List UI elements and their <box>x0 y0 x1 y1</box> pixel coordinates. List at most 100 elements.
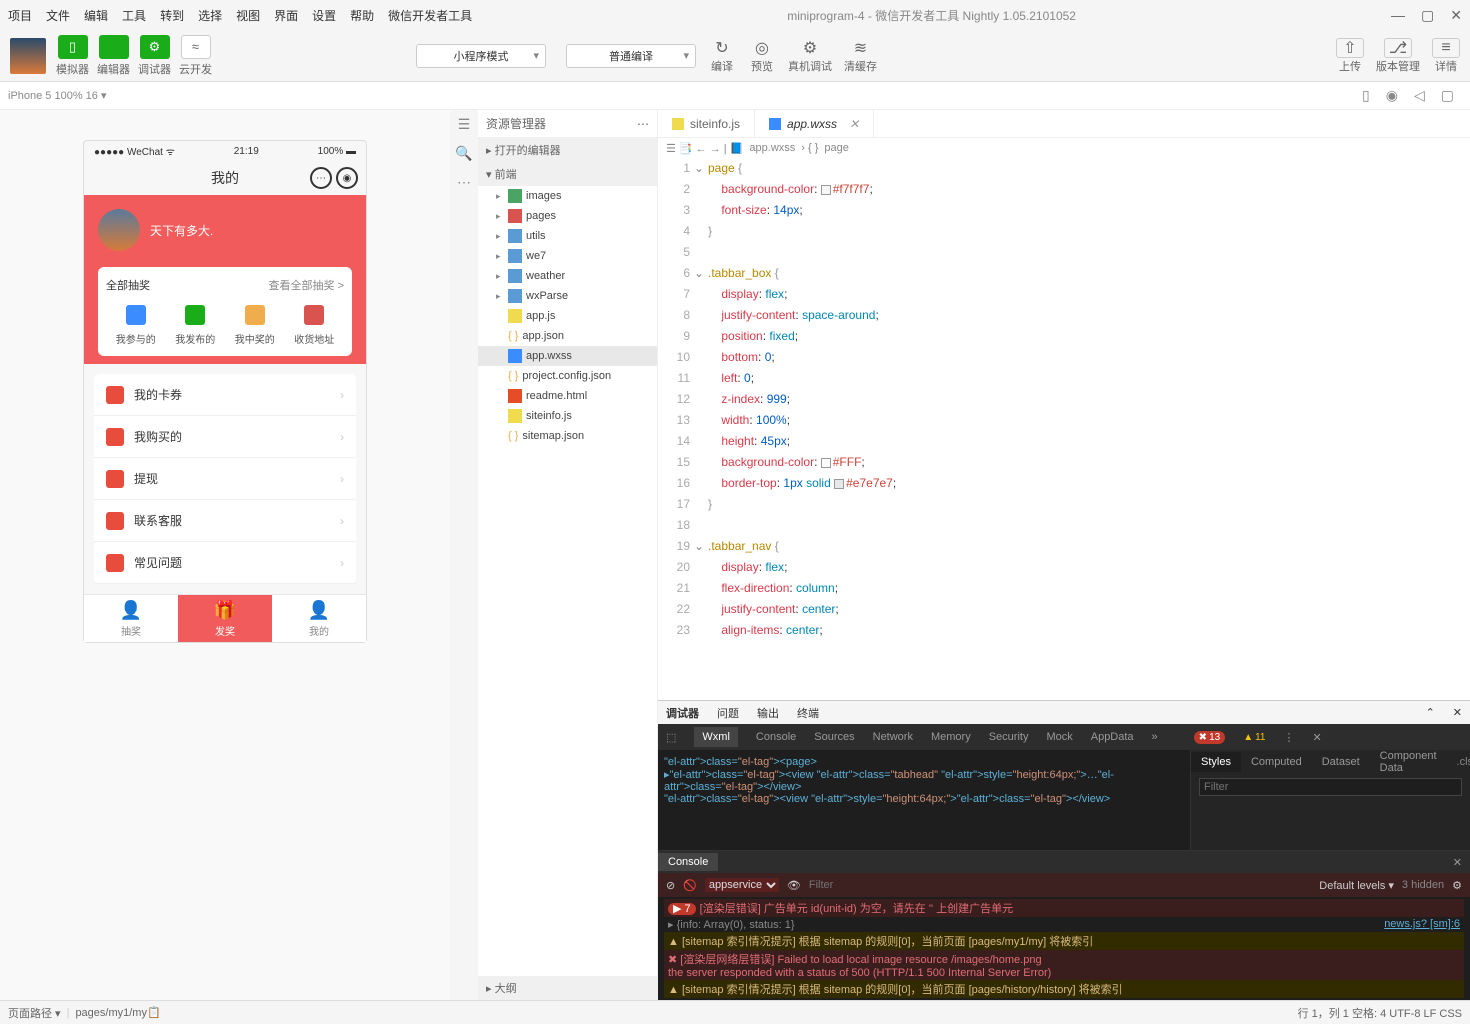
project-root[interactable]: ▾ 前端 <box>478 162 657 186</box>
console-tab[interactable]: Console <box>658 853 718 871</box>
compile-select[interactable]: 普通编译 <box>566 44 696 68</box>
tree-node[interactable]: ▸images <box>478 186 657 206</box>
open-editors-section[interactable]: ▸ 打开的编辑器 <box>478 138 657 162</box>
console-stop-icon[interactable]: ⊘ <box>666 879 675 892</box>
avatar[interactable] <box>10 38 46 74</box>
devtools-tab[interactable]: AppData <box>1091 731 1134 743</box>
console-filter-input[interactable] <box>809 879 1311 891</box>
editor-tab[interactable]: app.wxss✕ <box>755 110 874 137</box>
profile-avatar[interactable] <box>98 209 140 251</box>
tree-node[interactable]: { }app.json <box>478 326 657 346</box>
list-icon[interactable]: ☰ <box>458 116 471 133</box>
page-path-label[interactable]: 页面路径 ▾ <box>8 1005 61 1021</box>
toolbar-action[interactable]: ↻编译 <box>708 38 736 74</box>
menu-item[interactable]: 选择 <box>198 7 222 24</box>
record-icon[interactable]: ◉ <box>1386 87 1398 104</box>
tree-node[interactable]: ▸we7 <box>478 246 657 266</box>
elements-tree[interactable]: "el-attr">class="el-tag"><page>▸"el-attr… <box>658 750 1190 850</box>
chevron-up-icon[interactable]: ⌃ <box>1426 706 1435 719</box>
console-clear-icon[interactable]: 🚫 <box>683 879 697 892</box>
tab-item[interactable]: 👤抽奖 <box>84 595 178 642</box>
code-editor[interactable]: 1page {2 background-color: #f7f7f7;3 fon… <box>658 158 1470 700</box>
page-path[interactable]: pages/my1/my <box>75 1007 147 1019</box>
device-select[interactable]: iPhone 5 100% 16 ▾ <box>8 89 106 102</box>
settings-icon[interactable]: ⋮ <box>1283 731 1294 744</box>
tree-node[interactable]: ▸weather <box>478 266 657 286</box>
toolbar-far-action[interactable]: ⇧上传 <box>1336 38 1364 74</box>
maximize-icon[interactable]: ▢ <box>1421 7 1434 24</box>
menu-item[interactable]: 设置 <box>312 7 336 24</box>
toolbar-btn-1[interactable]: 编辑器 <box>97 35 130 77</box>
styles-tab[interactable]: Computed <box>1241 752 1312 772</box>
lottery-item[interactable]: 我中奖的 <box>235 305 275 346</box>
toolbar-action[interactable]: ⚙真机调试 <box>788 38 832 74</box>
tree-node[interactable]: { }project.config.json <box>478 366 657 386</box>
home-icon[interactable]: ▢ <box>1441 87 1454 104</box>
back-icon[interactable]: ◁ <box>1414 87 1425 104</box>
menu-item[interactable]: 转到 <box>160 7 184 24</box>
menu-row[interactable]: 联系客服› <box>94 500 356 542</box>
styles-tab[interactable]: Styles <box>1191 752 1241 772</box>
styles-tab[interactable]: Component Data <box>1370 746 1447 778</box>
tree-node[interactable]: app.wxss <box>478 346 657 366</box>
toolbar-btn-3[interactable]: ≈云开发 <box>179 35 212 77</box>
error-count-badge[interactable]: ✖ 13 <box>1194 731 1226 744</box>
lottery-item[interactable]: 我参与的 <box>116 305 156 346</box>
debugger-tab[interactable]: 问题 <box>717 705 739 721</box>
tab-item[interactable]: 🎁发奖 <box>178 595 272 642</box>
eye-icon[interactable]: 👁 <box>787 879 801 892</box>
lottery-item[interactable]: 收货地址 <box>294 305 334 346</box>
devtools-tab[interactable]: Sources <box>814 731 854 743</box>
tree-node[interactable]: ▸wxParse <box>478 286 657 306</box>
menu-item[interactable]: 界面 <box>274 7 298 24</box>
menu-row[interactable]: 我的卡券› <box>94 374 356 416</box>
devtools-close-icon[interactable]: ✕ <box>1312 731 1321 744</box>
console-close-icon[interactable]: ✕ <box>1445 856 1470 869</box>
close-icon[interactable]: ✕ <box>1450 7 1462 24</box>
devtools-tab[interactable]: Network <box>873 731 913 743</box>
toolbar-far-action[interactable]: ⎇版本管理 <box>1376 38 1420 74</box>
debugger-tab[interactable]: 终端 <box>797 705 819 721</box>
capsule-close-icon[interactable]: ◉ <box>336 167 358 189</box>
editor-tab[interactable]: siteinfo.js <box>658 110 755 137</box>
debugger-tab[interactable]: 输出 <box>757 705 779 721</box>
breadcrumb[interactable]: ☰ 📑 ← → | 📘 app.wxss › { } page <box>658 138 1470 158</box>
menu-item[interactable]: 编辑 <box>84 7 108 24</box>
menu-item[interactable]: 视图 <box>236 7 260 24</box>
console-settings-icon[interactable]: ⚙ <box>1452 879 1462 892</box>
inspect-icon[interactable]: ⬚ <box>666 731 676 744</box>
tree-node[interactable]: siteinfo.js <box>478 406 657 426</box>
outline-section[interactable]: ▸ 大纲 <box>478 976 657 1000</box>
lottery-viewall[interactable]: 查看全部抽奖 > <box>269 277 344 293</box>
menu-row[interactable]: 我购买的› <box>94 416 356 458</box>
styles-filter-input[interactable] <box>1199 778 1462 796</box>
menu-row[interactable]: 常见问题› <box>94 542 356 584</box>
more-tabs-icon[interactable]: » <box>1152 731 1158 743</box>
devtools-tab[interactable]: Memory <box>931 731 971 743</box>
menu-item[interactable]: 微信开发者工具 <box>388 7 472 24</box>
devtools-tab[interactable]: Security <box>989 731 1029 743</box>
log-levels-select[interactable]: Default levels ▾ <box>1319 879 1394 892</box>
menu-item[interactable]: 工具 <box>122 7 146 24</box>
tree-node[interactable]: ▸pages <box>478 206 657 226</box>
cls-toggle[interactable]: .cls <box>1447 752 1470 772</box>
tree-node[interactable]: { }sitemap.json <box>478 426 657 446</box>
menu-row[interactable]: 提现› <box>94 458 356 500</box>
mode-select[interactable]: 小程序模式 <box>416 44 546 68</box>
search-icon[interactable]: 🔍 <box>455 145 472 162</box>
minimize-icon[interactable]: ― <box>1391 7 1405 24</box>
devtools-tab[interactable]: Wxml <box>694 727 738 747</box>
capsule-more-icon[interactable]: ⋯ <box>310 167 332 189</box>
toolbar-action[interactable]: ◎预览 <box>748 38 776 74</box>
tree-node[interactable]: readme.html <box>478 386 657 406</box>
menu-item[interactable]: 文件 <box>46 7 70 24</box>
more-icon[interactable]: ⋯ <box>457 174 471 191</box>
styles-tab[interactable]: Dataset <box>1312 752 1370 772</box>
device-icon[interactable]: ▯ <box>1362 87 1370 104</box>
close-icon[interactable]: ✕ <box>1453 706 1462 719</box>
tree-node[interactable]: app.js <box>478 306 657 326</box>
tab-item[interactable]: 👤我的 <box>272 595 366 642</box>
lottery-item[interactable]: 我发布的 <box>175 305 215 346</box>
tree-node[interactable]: ▸utils <box>478 226 657 246</box>
menu-item[interactable]: 帮助 <box>350 7 374 24</box>
